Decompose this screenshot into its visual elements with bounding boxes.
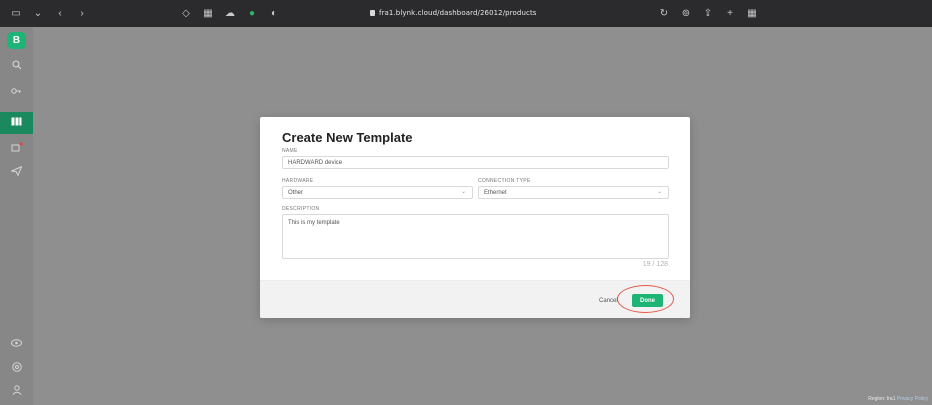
browser-actions-group: ↻ ⊚ ⇪ + ▦: [658, 8, 758, 19]
footer-region: Region: fra1 Privacy Policy: [868, 396, 928, 402]
toggle-icon[interactable]: ◐: [268, 8, 280, 19]
search-icon: [11, 59, 22, 73]
name-input[interactable]: HARDWARD device: [282, 156, 669, 169]
tabs-grid-icon[interactable]: ▦: [746, 8, 758, 19]
refresh-icon[interactable]: ↻: [658, 8, 670, 19]
hardware-label: HARDWARE: [282, 178, 314, 184]
lock-icon: [370, 10, 375, 16]
name-value: HARDWARD device: [288, 160, 343, 166]
sidebar-item-preview[interactable]: [0, 333, 33, 355]
connection-type-value: Ethernet: [484, 190, 507, 196]
character-counter: 19 / 128: [642, 261, 668, 268]
sidebar-item-help[interactable]: [0, 357, 33, 379]
modal-title: Create New Template: [282, 130, 413, 145]
new-tab-icon[interactable]: +: [724, 8, 736, 19]
connection-type-label: CONNECTION TYPE: [478, 178, 531, 184]
browser-toolbar: ▭ ⌄ ‹ › ◇ ▦ ☁ ● ◐ fra1.blynk.cloud/dashb…: [0, 0, 932, 27]
grid-icon[interactable]: ▦: [202, 8, 214, 19]
sidebar-item-profile[interactable]: [0, 380, 33, 402]
back-icon[interactable]: ‹: [54, 8, 66, 19]
devices-icon: [11, 141, 23, 155]
highlight-annotation: [617, 285, 674, 313]
hardware-select[interactable]: Other ⌄: [282, 186, 473, 199]
create-template-modal: Create New Template NAME HARDWARD device…: [260, 117, 690, 318]
user-icon: [11, 384, 22, 398]
app-sidebar: B: [0, 27, 33, 405]
chevron-down-icon: ⌄: [460, 189, 466, 195]
upload-icon[interactable]: ⇪: [702, 8, 714, 19]
description-label: DESCRIPTION: [282, 206, 320, 212]
browser-extensions-group: ◇ ▦ ☁ ● ◐: [180, 8, 280, 19]
region-text: Region: fra1: [868, 396, 896, 402]
address-text: fra1.blynk.cloud/dashboard/26012/product…: [379, 9, 537, 17]
extension-icon[interactable]: ●: [246, 8, 258, 19]
share-icon[interactable]: ⊚: [680, 8, 692, 19]
cloud-icon[interactable]: ☁: [224, 8, 236, 19]
description-value: This is my template: [288, 220, 340, 226]
modal-footer: Cancel Done: [260, 280, 690, 318]
address-bar[interactable]: fra1.blynk.cloud/dashboard/26012/product…: [370, 9, 537, 17]
shield-icon[interactable]: ◇: [180, 8, 192, 19]
logo-letter: B: [12, 35, 21, 46]
sidebar-item-send[interactable]: [0, 161, 33, 183]
sidebar-item-keys[interactable]: [0, 81, 33, 103]
help-icon: [11, 361, 22, 375]
connection-type-select[interactable]: Ethernet ⌄: [478, 186, 669, 199]
sidebar-item-devices[interactable]: [0, 137, 33, 159]
eye-icon: [11, 338, 22, 350]
templates-icon: [11, 117, 22, 129]
key-icon: [11, 86, 22, 99]
privacy-link[interactable]: Privacy Policy: [897, 396, 928, 402]
sidebar-item-search[interactable]: [0, 55, 33, 77]
hardware-value: Other: [288, 190, 304, 196]
browser-nav-group: ▭ ⌄ ‹ ›: [10, 8, 88, 19]
blynk-logo[interactable]: B: [7, 32, 26, 49]
chevron-down-icon: ⌄: [656, 189, 662, 195]
send-icon: [9, 165, 23, 179]
sidebar-item-templates[interactable]: [0, 112, 33, 134]
sidebar-toggle-icon[interactable]: ▭: [10, 8, 22, 19]
description-textarea[interactable]: This is my template: [282, 214, 669, 259]
name-label: NAME: [282, 148, 298, 154]
forward-icon[interactable]: ›: [76, 8, 88, 19]
chevron-down-icon[interactable]: ⌄: [32, 8, 44, 19]
